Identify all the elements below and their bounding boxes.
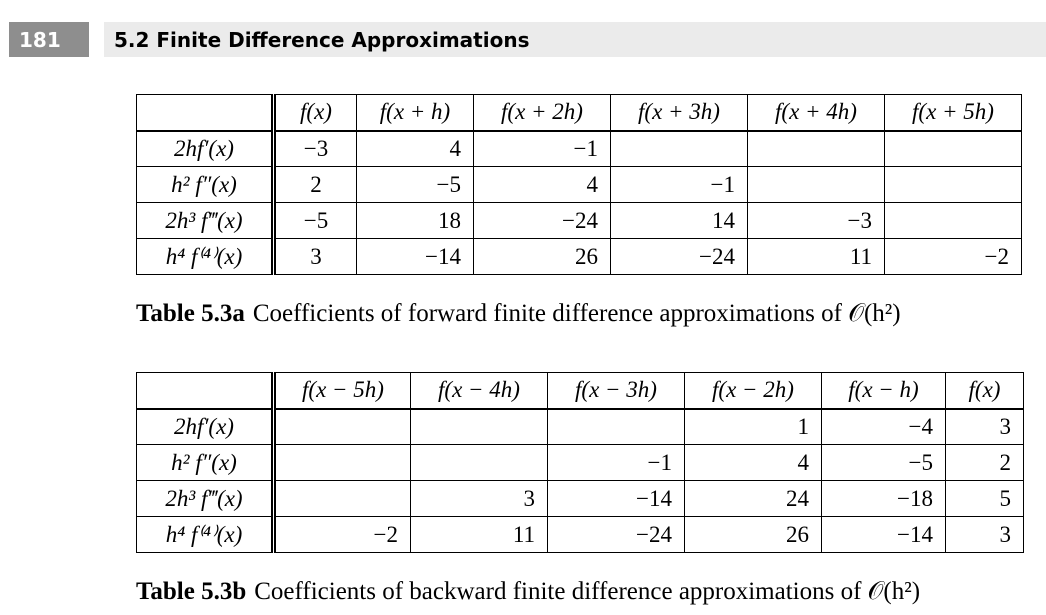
section-title: 5.2 Finite Difference Approximations [104, 22, 1046, 57]
table-cell [747, 130, 885, 167]
table-header-row: f(x − 5h) f(x − 4h) f(x − 3h) f(x − 2h) … [136, 372, 1024, 410]
table-cell: 3 [945, 408, 1024, 445]
table-cell: −5 [273, 202, 357, 239]
column-header: f(x + h) [356, 94, 474, 132]
table-cell: 4 [684, 444, 822, 481]
table-cell: 26 [473, 238, 611, 275]
corner-cell [136, 94, 276, 132]
table-cell: 2 [945, 444, 1024, 481]
table-row: 2hf′(x) −3 4 −1 [136, 130, 1022, 167]
table-cell: 2 [273, 166, 357, 203]
table-cell: 24 [684, 480, 822, 517]
table-header-row: f(x) f(x + h) f(x + 2h) f(x + 3h) f(x + … [136, 94, 1022, 132]
row-label: 2hf′(x) [136, 130, 276, 167]
row-label: 2hf′(x) [136, 408, 276, 445]
caption-label: Table 5.3a [136, 300, 245, 327]
table-cell: 26 [684, 516, 822, 553]
column-header: f(x − 4h) [410, 372, 548, 410]
table-cell: 4 [473, 166, 611, 203]
table-cell [747, 166, 885, 203]
table-cell: −14 [547, 480, 685, 517]
corner-cell [136, 372, 276, 410]
table-row: 2h³ f‴(x) 3 −14 24 −18 5 [136, 480, 1024, 517]
table-cell: 5 [945, 480, 1024, 517]
table-row: h² f″(x) −1 4 −5 2 [136, 444, 1024, 481]
table-cell: 3 [945, 516, 1024, 553]
table-row: h² f″(x) 2 −5 4 −1 [136, 166, 1022, 203]
backward-difference-table: f(x − 5h) f(x − 4h) f(x − 3h) f(x − 2h) … [136, 372, 1024, 553]
column-header: f(x − 5h) [273, 372, 411, 410]
column-header: f(x − 3h) [547, 372, 685, 410]
row-label: h² f″(x) [136, 444, 276, 481]
table-cell: −4 [821, 408, 946, 445]
table-cell: 4 [356, 130, 474, 167]
table-cell: −24 [547, 516, 685, 553]
table-cell [273, 408, 411, 445]
table-cell: −5 [356, 166, 474, 203]
table-cell [410, 408, 548, 445]
table-cell [884, 202, 1022, 239]
row-label: h² f″(x) [136, 166, 276, 203]
table-cell: 3 [410, 480, 548, 517]
table-cell [410, 444, 548, 481]
caption-text: Coefficients of backward finite differen… [254, 578, 921, 605]
row-label: h⁴ f⁽⁴⁾(x) [136, 516, 276, 553]
table-cell: 3 [273, 238, 357, 275]
forward-difference-table: f(x) f(x + h) f(x + 2h) f(x + 3h) f(x + … [136, 94, 1022, 275]
table-cell: −1 [547, 444, 685, 481]
table-cell: −24 [610, 238, 748, 275]
table-cell: −18 [821, 480, 946, 517]
table-cell: −3 [273, 130, 357, 167]
column-header: f(x + 5h) [884, 94, 1022, 132]
table-cell: 11 [747, 238, 885, 275]
table-cell: −3 [747, 202, 885, 239]
table-cell [884, 166, 1022, 203]
column-header: f(x − h) [821, 372, 946, 410]
column-header: f(x) [273, 94, 357, 132]
column-header: f(x − 2h) [684, 372, 822, 410]
table-cell: 18 [356, 202, 474, 239]
table-row: 2h³ f‴(x) −5 18 −24 14 −3 [136, 202, 1022, 239]
table-cell [884, 130, 1022, 167]
table-cell [547, 408, 685, 445]
row-label: 2h³ f‴(x) [136, 202, 276, 239]
table-cell [273, 444, 411, 481]
table-row: 2hf′(x) 1 −4 3 [136, 408, 1024, 445]
table-cell: −1 [473, 130, 611, 167]
table-cell [273, 480, 411, 517]
column-header: f(x + 3h) [610, 94, 748, 132]
table-row: h⁴ f⁽⁴⁾(x) −2 11 −24 26 −14 3 [136, 516, 1024, 553]
row-label: 2h³ f‴(x) [136, 480, 276, 517]
table-cell: −2 [884, 238, 1022, 275]
caption-text: Coefficients of forward finite differenc… [252, 300, 901, 327]
table-cell: 11 [410, 516, 548, 553]
page-number-badge: 181 [9, 22, 89, 57]
caption-label: Table 5.3b [136, 578, 247, 605]
row-label: h⁴ f⁽⁴⁾(x) [136, 238, 276, 275]
column-header: f(x) [945, 372, 1024, 410]
table-cell: −1 [610, 166, 748, 203]
table-cell: −14 [821, 516, 946, 553]
table-cell: −5 [821, 444, 946, 481]
table-caption-a: Table 5.3a Coefficients of forward finite… [136, 300, 901, 328]
table-cell: −14 [356, 238, 474, 275]
table-cell [610, 130, 748, 167]
column-header: f(x + 2h) [473, 94, 611, 132]
table-cell: 1 [684, 408, 822, 445]
table-row: h⁴ f⁽⁴⁾(x) 3 −14 26 −24 11 −2 [136, 238, 1022, 275]
table-cell: −2 [273, 516, 411, 553]
column-header: f(x + 4h) [747, 94, 885, 132]
table-cell: 14 [610, 202, 748, 239]
table-cell: −24 [473, 202, 611, 239]
table-caption-b: Table 5.3b Coefficients of backward finit… [136, 578, 920, 606]
